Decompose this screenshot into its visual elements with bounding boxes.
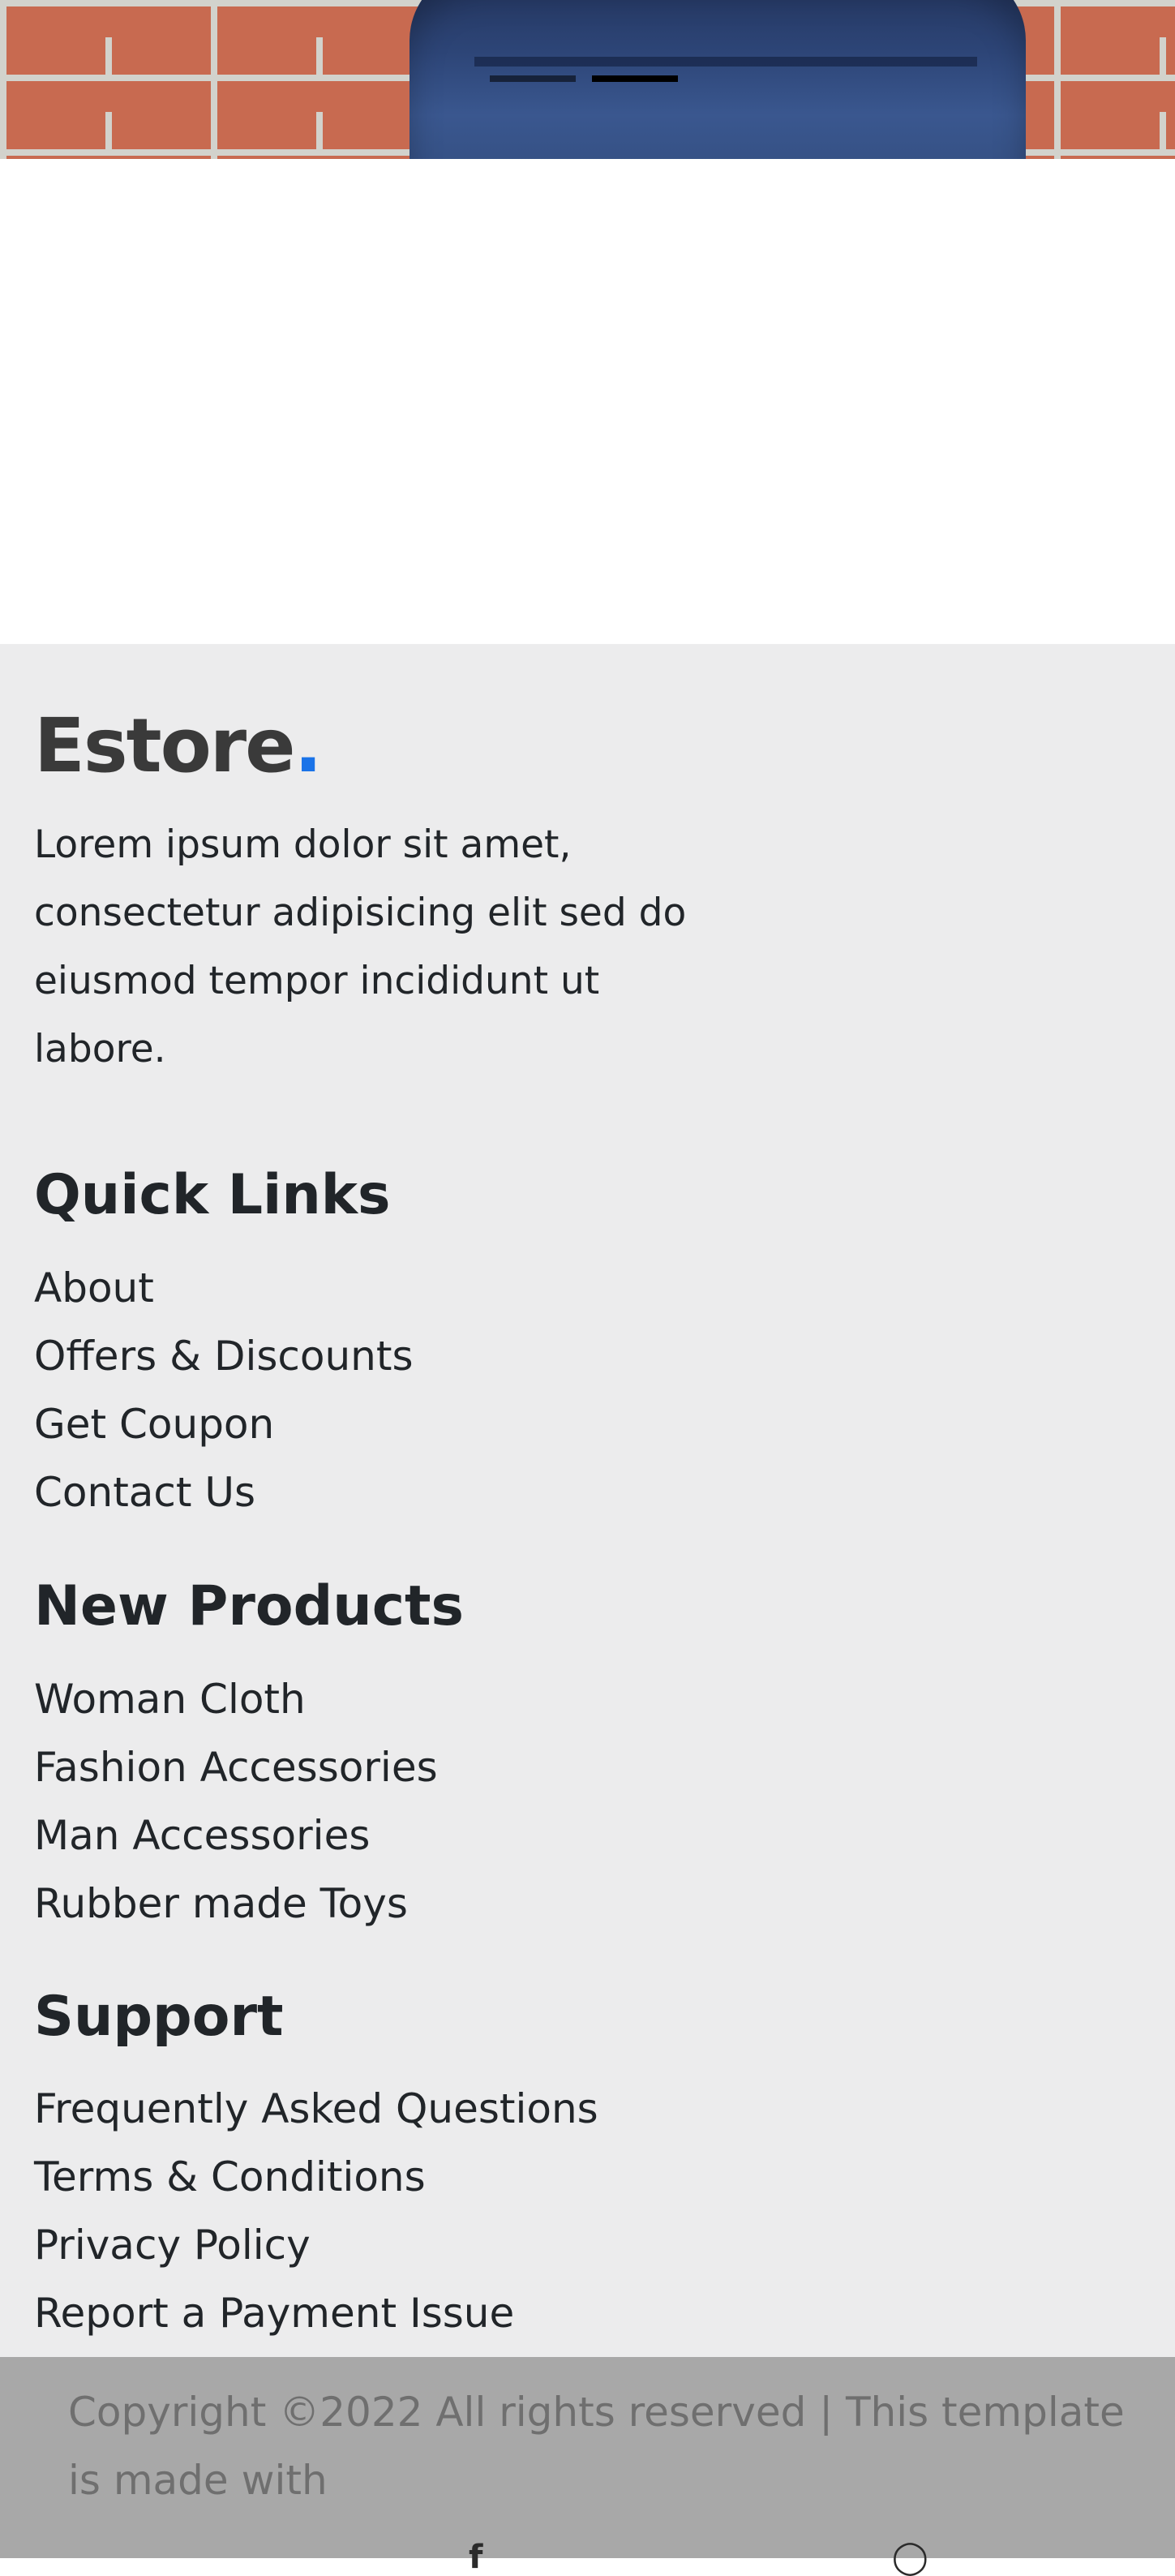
copyright-bar: Copyright ©2022 All rights reserved | Th… (0, 2357, 1175, 2576)
product-link-man-accessories[interactable]: Man Accessories (34, 1801, 438, 1870)
quick-link-offers[interactable]: Offers & Discounts (34, 1322, 414, 1390)
support-link-faq[interactable]: Frequently Asked Questions (34, 2075, 598, 2143)
new-products-title: New Products (34, 1574, 464, 1638)
support-link-privacy[interactable]: Privacy Policy (34, 2211, 598, 2279)
copyright-text: Copyright ©2022 All rights reserved | Th… (68, 2389, 1125, 2504)
carousel-indicator-2[interactable] (592, 75, 678, 82)
quick-links-title: Quick Links (34, 1163, 391, 1227)
footer-logo[interactable]: Estore. (34, 706, 323, 787)
footer-about-text: Lorem ipsum dolor sit amet, consectetur … (34, 822, 687, 1071)
logo-text: Estore (34, 702, 296, 789)
footer: Estore. Lorem ipsum dolor sit amet, cons… (0, 644, 1175, 2372)
product-link-fashion-accessories[interactable]: Fashion Accessories (34, 1733, 438, 1801)
support-link-payment-issue[interactable]: Report a Payment Issue (34, 2279, 598, 2347)
product-link-rubber-toys[interactable]: Rubber made Toys (34, 1870, 438, 1938)
support-link-terms[interactable]: Terms & Conditions (34, 2143, 598, 2211)
quick-link-contact[interactable]: Contact Us (34, 1458, 414, 1526)
quick-links-list: About Offers & Discounts Get Coupon Cont… (34, 1254, 414, 1526)
new-products-list: Woman Cloth Fashion Accessories Man Acce… (34, 1665, 438, 1938)
quick-link-about[interactable]: About (34, 1254, 414, 1322)
facebook-icon[interactable]: f (469, 2539, 482, 2576)
shirt-stripe (474, 57, 977, 67)
logo-dot: . (294, 702, 323, 789)
support-list: Frequently Asked Questions Terms & Condi… (34, 2075, 598, 2347)
product-link-woman-cloth[interactable]: Woman Cloth (34, 1665, 438, 1733)
carousel-indicator-1[interactable] (490, 75, 576, 82)
quick-link-coupon[interactable]: Get Coupon (34, 1390, 414, 1458)
empty-section (0, 159, 1175, 644)
hero-slider (0, 0, 1175, 159)
instagram-icon[interactable]: ◯ (892, 2539, 928, 2576)
support-title: Support (34, 1985, 284, 2049)
